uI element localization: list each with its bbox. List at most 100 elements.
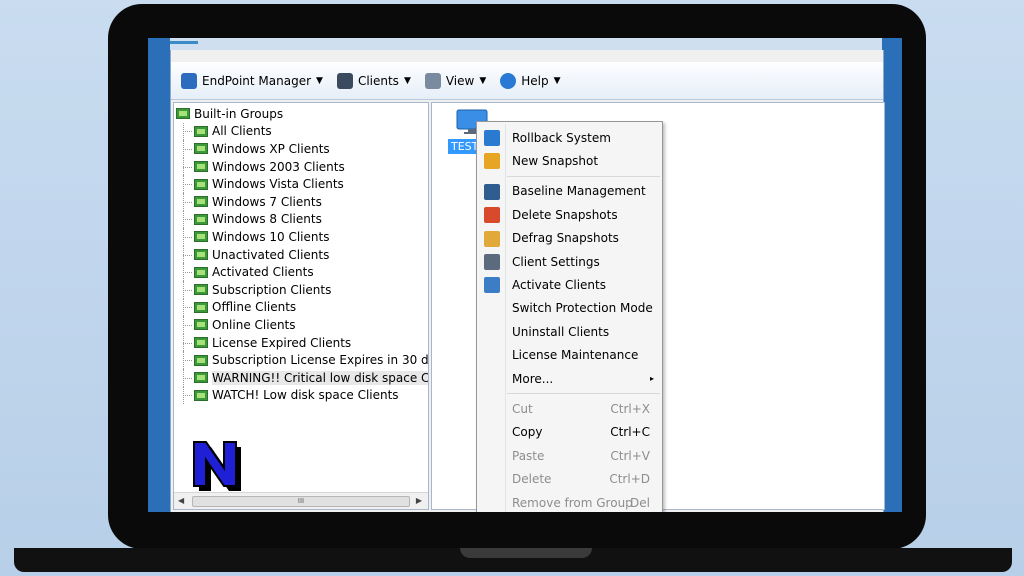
tree-item[interactable]: Windows 8 Clients <box>176 210 428 229</box>
shortcut-text: Ctrl+V <box>610 448 650 463</box>
tree-item[interactable]: Activated Clients <box>176 263 428 281</box>
tree-item-label: License Expired Clients <box>212 335 352 350</box>
tree-item-label: Subscription Clients <box>212 282 332 297</box>
tree-item-label: Offline Clients <box>212 300 297 315</box>
client-group-icon <box>194 231 208 243</box>
clients-menu[interactable]: Clients ▼ <box>336 72 411 89</box>
tree-item-label: WATCH! Low disk space Clients <box>212 388 399 403</box>
menu-item-uninstall-clients[interactable]: Uninstall Clients <box>477 320 662 343</box>
menu-item-copy[interactable]: Copy Ctrl+C <box>477 421 662 444</box>
tree-item-label: Windows Vista Clients <box>212 177 344 192</box>
menu-item-delete-snapshots[interactable]: Delete Snapshots <box>477 203 662 226</box>
client-group-icon <box>194 249 208 261</box>
menu-item-label: Baseline Management <box>512 184 646 199</box>
tree-item-label: Subscription License Expires in 30 days <box>212 353 429 368</box>
menu-item-client-settings[interactable]: Client Settings <box>477 250 662 273</box>
chevron-down-icon: ▼ <box>316 75 323 86</box>
shortcut-text: Ctrl+D <box>609 472 650 487</box>
help-menu[interactable]: Help ▼ <box>500 72 561 89</box>
defrag-icon <box>484 230 500 247</box>
tree-item[interactable]: Subscription License Expires in 30 days <box>176 351 429 369</box>
client-group-icon <box>194 178 208 190</box>
menu-item-more[interactable]: More... ▸ <box>477 367 662 390</box>
client-group-icon <box>194 125 208 137</box>
tree-root[interactable]: Built-in Groups <box>176 105 428 123</box>
menu-item-label: Paste <box>512 448 545 463</box>
baseline-icon <box>484 183 500 200</box>
titlebar-accent <box>170 41 198 44</box>
view-icon <box>424 72 441 89</box>
client-settings-icon <box>484 253 500 270</box>
tree-item[interactable]: Unactivated Clients <box>176 245 428 264</box>
menu-item-defrag-snapshots[interactable]: Defrag Snapshots <box>477 227 662 250</box>
menu-item-label: Defrag Snapshots <box>512 231 619 246</box>
tree-item[interactable]: Windows XP Clients <box>176 140 428 158</box>
tree-item-label: Activated Clients <box>212 265 314 280</box>
menu-item-label: Rollback System <box>512 130 611 145</box>
shortcut-text: Del <box>630 495 650 510</box>
client-group-icon <box>194 319 208 331</box>
menu-item-baseline-management[interactable]: Baseline Management <box>477 180 662 203</box>
client-group-icon <box>194 284 208 296</box>
rollback-icon <box>484 130 500 146</box>
menu-item-label: Remove from Group <box>512 495 633 510</box>
menu-label: Help <box>521 73 549 88</box>
client-group-icon <box>194 266 208 278</box>
tree-item[interactable]: Windows Vista Clients <box>176 175 428 193</box>
menu-item-rollback-system[interactable]: Rollback System <box>477 126 662 149</box>
tree-item[interactable]: Online Clients <box>176 316 428 334</box>
tree-item[interactable]: All Clients <box>176 122 428 141</box>
tree-item-label: Windows 10 Clients <box>212 229 330 244</box>
menu-item-new-snapshot[interactable]: New Snapshot <box>477 149 662 172</box>
client-group-icon <box>194 301 208 313</box>
tree-item[interactable]: Windows 10 Clients <box>176 228 428 246</box>
tree-item-label: Windows 7 Clients <box>212 194 322 209</box>
scroll-right-arrow-icon[interactable]: ▶ <box>416 496 422 505</box>
tree-item-label: WARNING!! Critical low disk space Client… <box>212 370 428 385</box>
tree-item-label: Online Clients <box>212 317 296 332</box>
menu-separator <box>507 393 660 395</box>
client-group-icon <box>194 161 208 173</box>
menu-item-cut: Cut Ctrl+X <box>477 397 662 420</box>
n-logo <box>193 441 241 491</box>
tree-item-label: Unactivated Clients <box>212 247 330 262</box>
menu-item-label: Copy <box>512 425 543 440</box>
menu-item-remove-from-group: Remove from Group Del <box>477 491 662 512</box>
submenu-arrow-icon: ▸ <box>649 374 654 384</box>
client-group-icon <box>194 143 208 155</box>
tree-item[interactable]: WARNING!! Critical low disk space Client… <box>176 368 428 387</box>
tree-item[interactable]: Windows 2003 Clients <box>176 157 428 176</box>
tree-item-label: Windows XP Clients <box>212 141 330 156</box>
menu-item-label: Uninstall Clients <box>512 324 610 339</box>
tree-item[interactable]: Windows 7 Clients <box>176 192 428 211</box>
menu-item-switch-protection-mode[interactable]: Switch Protection Mode <box>477 297 662 320</box>
view-menu[interactable]: View ▼ <box>424 72 487 89</box>
endpoint-manager-menu[interactable]: EndPoint Manager ▼ <box>181 72 323 89</box>
tree-item[interactable]: Subscription Clients <box>176 280 428 299</box>
menu-item-license-maintenance[interactable]: License Maintenance <box>477 344 662 367</box>
scrollbar-thumb[interactable]: III <box>192 496 410 507</box>
snapshot-icon <box>484 153 500 170</box>
tree-item[interactable]: License Expired Clients <box>176 333 428 352</box>
groups-tree: Built-in Groups All Clients Windows XP Cl… <box>176 105 429 405</box>
scroll-left-arrow-icon[interactable]: ◀ <box>178 496 184 505</box>
delete-snapshot-icon <box>484 207 500 224</box>
group-folder-icon <box>176 108 190 120</box>
tree-item[interactable]: Offline Clients <box>176 298 428 317</box>
chevron-down-icon: ▼ <box>553 75 561 86</box>
menu-item-delete: Delete Ctrl+D <box>477 467 662 490</box>
client-group-icon <box>194 389 208 401</box>
menu-item-label: New Snapshot <box>512 154 599 169</box>
client-group-icon <box>194 372 208 384</box>
menu-item-label: License Maintenance <box>512 348 639 363</box>
horizontal-scrollbar[interactable]: ◀ III ▶ <box>174 492 428 509</box>
toolbar: EndPoint Manager ▼ Clients ▼ View ▼ Help ▼ <box>171 62 883 100</box>
tree-item-label: Windows 8 Clients <box>212 212 322 227</box>
menu-item-activate-clients[interactable]: Activate Clients <box>477 273 662 296</box>
menu-label: EndPoint Manager <box>202 73 312 88</box>
tree-item-label: Windows 2003 Clients <box>212 159 345 174</box>
tree-item[interactable]: WATCH! Low disk space Clients <box>176 386 428 405</box>
screen: EndPoint Manager ▼ Clients ▼ View ▼ Help ▼ Buil… <box>148 38 902 512</box>
menu-item-label: Delete <box>512 472 552 487</box>
chevron-down-icon: ▼ <box>479 75 487 86</box>
